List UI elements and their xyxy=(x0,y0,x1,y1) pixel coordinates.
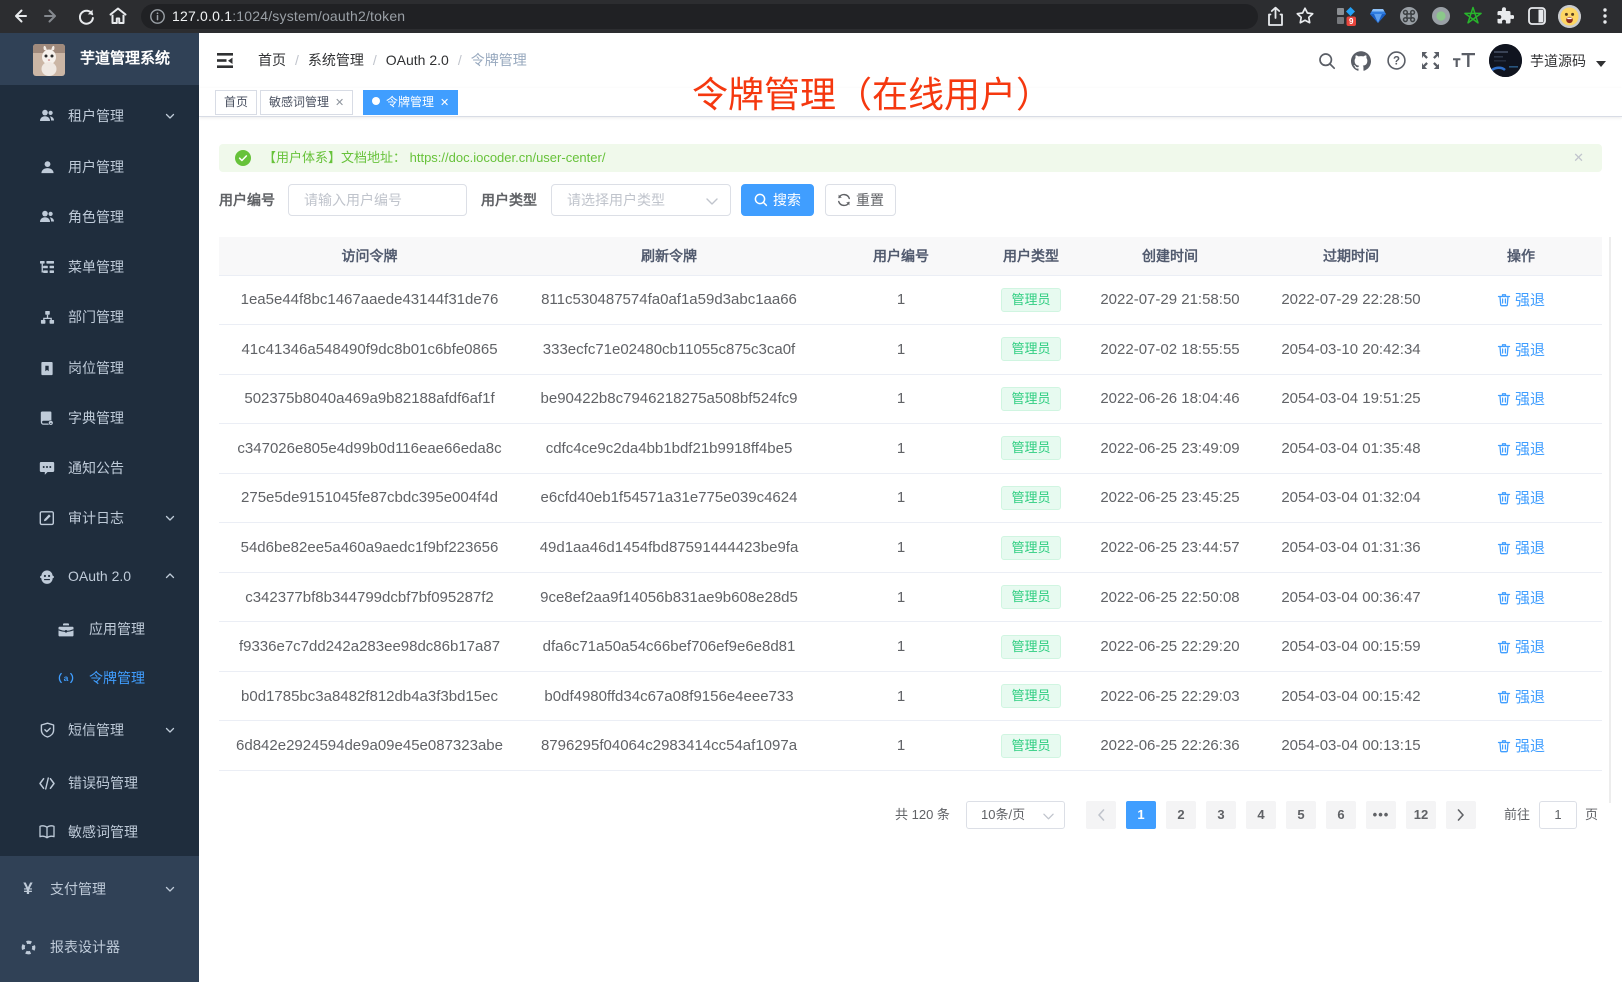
svg-text:?: ? xyxy=(1393,56,1400,68)
svg-text:a: a xyxy=(64,673,69,683)
svg-text:9: 9 xyxy=(1349,17,1354,26)
